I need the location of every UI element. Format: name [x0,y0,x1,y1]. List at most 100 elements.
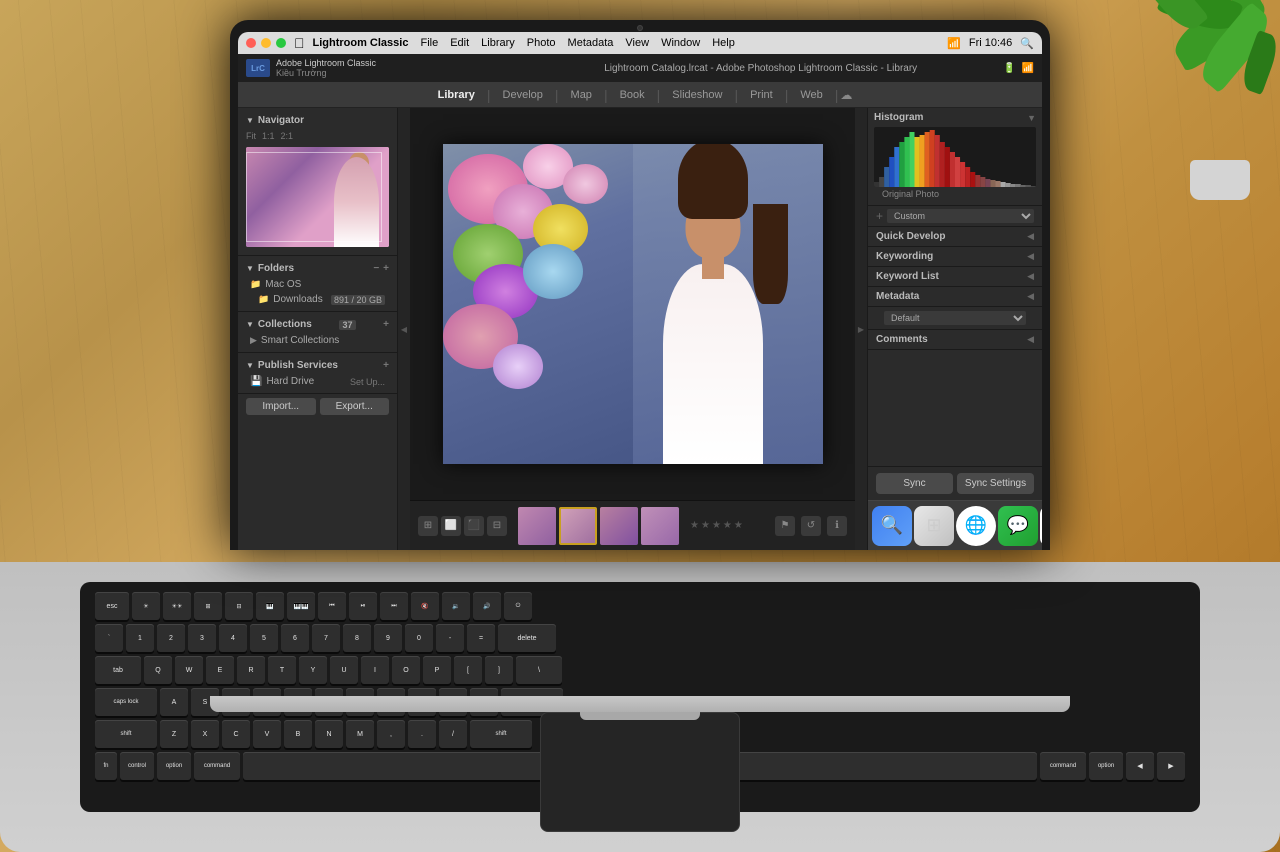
folders-minus-icon[interactable]: − [373,263,379,274]
menu-library[interactable]: Library [481,37,515,49]
menu-metadata[interactable]: Metadata [568,37,614,49]
folders-plus-icon[interactable]: + [383,263,389,274]
key-y[interactable]: Y [299,656,327,684]
key-f7[interactable]: ⏮ [318,592,346,620]
key-2[interactable]: 2 [157,624,185,652]
menu-help[interactable]: Help [712,37,735,49]
key-1[interactable]: 1 [126,624,154,652]
key-n[interactable]: N [315,720,343,748]
module-book[interactable]: Book [610,87,655,103]
key-x[interactable]: X [191,720,219,748]
key-f6[interactable]: 🎹🎹 [287,592,315,620]
left-panel-handle[interactable]: ◀ [398,108,410,550]
menu-app-name[interactable]: Lightroom Classic [313,37,409,49]
close-button[interactable] [246,38,256,48]
grid-view-btn[interactable]: ⊞ [418,516,438,536]
key-comma[interactable]: , [377,720,405,748]
folder-macos[interactable]: 📁 Mac OS [238,277,397,292]
treatment-preset-select[interactable]: Custom [887,209,1034,223]
star-3[interactable]: ★ [712,520,721,531]
key-right[interactable]: ▶ [1157,752,1185,780]
key-c[interactable]: C [222,720,250,748]
key-f5[interactable]: 🎹 [256,592,284,620]
key-6[interactable]: 6 [281,624,309,652]
key-7[interactable]: 7 [312,624,340,652]
dock-calendar-icon[interactable]: 📅 [1040,506,1042,546]
search-menubar-icon[interactable]: 🔍 [1020,37,1034,50]
survey-view-btn[interactable]: ⊟ [487,516,507,536]
import-button[interactable]: Import... [246,398,316,415]
module-map[interactable]: Map [561,87,602,103]
key-option[interactable]: option [157,752,191,780]
filmstrip-thumb-2[interactable] [559,507,597,545]
key-f2[interactable]: ☀☀ [163,592,191,620]
folder-downloads[interactable]: 📁 Downloads 891 / 20 GB [238,292,397,307]
filmstrip-rotate-btn[interactable]: ↺ [801,516,821,536]
star-1[interactable]: ★ [690,520,699,531]
key-esc[interactable]: esc [95,592,129,620]
minimize-button[interactable] [261,38,271,48]
treatment-plus-icon[interactable]: + [876,209,883,223]
zoom-200-label[interactable]: 2:1 [281,131,294,141]
loupe-view-btn[interactable]: ⬜ [441,516,461,536]
key-a[interactable]: A [160,688,188,716]
key-backslash[interactable]: \ [516,656,562,684]
key-f10[interactable]: 🔇 [411,592,439,620]
key-roption[interactable]: option [1089,752,1123,780]
comments-panel-item[interactable]: Comments ◀ [868,330,1042,350]
key-f9[interactable]: ⏭ [380,592,408,620]
maximize-button[interactable] [276,38,286,48]
key-f11[interactable]: 🔉 [442,592,470,620]
zoom-100-label[interactable]: 1:1 [262,131,275,141]
collections-plus-icon[interactable]: + [383,319,389,330]
key-period[interactable]: . [408,720,436,748]
key-tab[interactable]: tab [95,656,141,684]
key-delete[interactable]: delete [498,624,556,652]
histogram-header[interactable]: Histogram ▼ [874,112,1036,123]
module-print[interactable]: Print [740,87,783,103]
publish-plus-icon[interactable]: + [383,360,389,371]
filmstrip-flag-btn[interactable]: ⚑ [775,516,795,536]
sync-settings-button[interactable]: Sync Settings [957,473,1034,494]
key-backtick[interactable]: ` [95,624,123,652]
key-lshift[interactable]: shift [95,720,157,748]
menu-window[interactable]: Window [661,37,700,49]
right-panel-handle[interactable]: ▶ [855,108,867,550]
folders-header[interactable]: ▼ Folders − + [238,260,397,277]
navigator-header[interactable]: ▼ Navigator [238,112,397,129]
key-u[interactable]: U [330,656,358,684]
collections-header[interactable]: ▼ Collections 37 + [238,316,397,333]
key-i[interactable]: I [361,656,389,684]
key-v[interactable]: V [253,720,281,748]
key-lbracket[interactable]: [ [454,656,482,684]
main-photo[interactable] [443,144,823,464]
key-lcmd[interactable]: command [194,752,240,780]
dock-messages-icon[interactable]: 💬 [998,506,1038,546]
metadata-panel-item[interactable]: Metadata ◀ [868,287,1042,307]
filmstrip-info-btn[interactable]: ℹ [827,516,847,536]
key-z[interactable]: Z [160,720,188,748]
key-8[interactable]: 8 [343,624,371,652]
key-capslock[interactable]: caps lock [95,688,157,716]
compare-view-btn[interactable]: ⬛ [464,516,484,536]
keywording-panel-item[interactable]: Keywording ◀ [868,247,1042,267]
trackpad[interactable] [540,712,740,832]
key-rshift[interactable]: shift [470,720,532,748]
filmstrip-thumb-4[interactable] [641,507,679,545]
menu-file[interactable]: File [420,37,438,49]
key-w[interactable]: W [175,656,203,684]
key-0[interactable]: 0 [405,624,433,652]
key-rbracket[interactable]: ] [485,656,513,684]
key-5[interactable]: 5 [250,624,278,652]
menu-edit[interactable]: Edit [450,37,469,49]
key-minus[interactable]: - [436,624,464,652]
set-up-label[interactable]: Set Up... [350,377,385,387]
module-web[interactable]: Web [790,87,832,103]
key-3[interactable]: 3 [188,624,216,652]
module-develop[interactable]: Develop [493,87,553,103]
key-control[interactable]: control [120,752,154,780]
key-m[interactable]: M [346,720,374,748]
menu-view[interactable]: View [625,37,649,49]
key-b[interactable]: B [284,720,312,748]
key-slash[interactable]: / [439,720,467,748]
